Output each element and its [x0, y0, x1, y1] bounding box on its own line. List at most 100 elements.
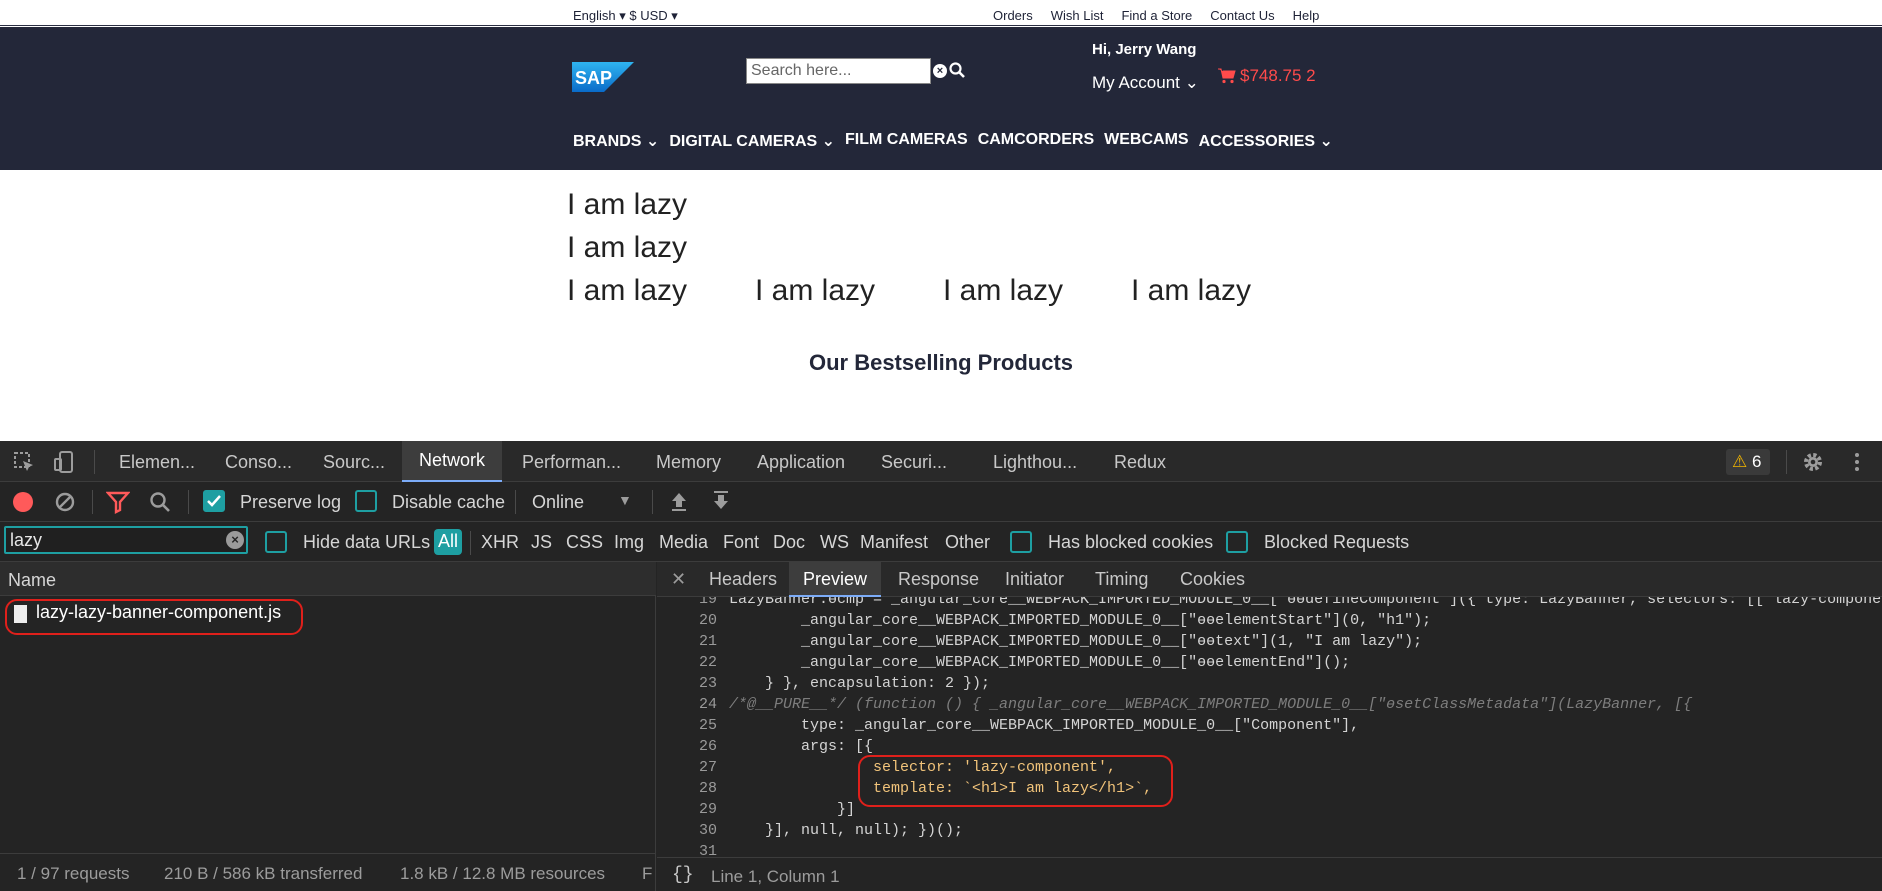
pretty-print-icon[interactable]: {}	[672, 865, 694, 885]
site-header: SAP Search here... × Hi, Jerry Wang My A…	[0, 27, 1882, 170]
settings-gear-icon[interactable]	[1801, 450, 1825, 474]
link-orders[interactable]: Orders	[993, 8, 1033, 23]
preserve-log-label[interactable]: Preserve log	[240, 492, 341, 513]
warnings-badge[interactable]: ⚠ 6	[1726, 449, 1770, 475]
has-blocked-cookies-label[interactable]: Has blocked cookies	[1048, 532, 1213, 553]
request-list-pane: Name lazy-lazy-banner-component.js 1 / 9…	[0, 562, 656, 891]
hide-data-urls-label[interactable]: Hide data URLs	[303, 532, 430, 553]
export-har-icon[interactable]	[709, 490, 733, 514]
nav-accessories[interactable]: ACCESSORIES ⌄	[1199, 131, 1333, 151]
tab-memory[interactable]: Memory	[656, 452, 721, 473]
inspect-element-icon[interactable]	[12, 450, 36, 474]
import-har-icon[interactable]	[667, 490, 691, 514]
blocked-requests-label[interactable]: Blocked Requests	[1264, 532, 1409, 553]
tab-performance[interactable]: Performan...	[522, 452, 621, 473]
warning-count[interactable]: 6	[1752, 452, 1761, 471]
tab-response[interactable]: Response	[898, 569, 979, 590]
close-icon[interactable]: ✕	[671, 569, 686, 590]
toolbar-divider	[515, 490, 516, 514]
tab-initiator[interactable]: Initiator	[1005, 569, 1064, 590]
name-column-header[interactable]: Name	[0, 562, 656, 596]
blocked-requests-checkbox[interactable]	[1226, 531, 1248, 553]
currency-label[interactable]: $ USD	[629, 8, 667, 23]
account-label[interactable]: My Account	[1092, 73, 1180, 92]
nav-camcorders[interactable]: CAMCORDERS	[978, 131, 1094, 151]
devtools-tab-bar: Elemen... Conso... Sourc... Network Perf…	[0, 441, 1882, 482]
mini-cart[interactable]: $748.75 2	[1218, 66, 1316, 86]
disable-cache-checkbox[interactable]	[355, 490, 377, 512]
tab-preview[interactable]: Preview	[789, 562, 882, 597]
status-resources: 1.8 kB / 12.8 MB resources	[400, 864, 606, 883]
tab-redux[interactable]: Redux	[1114, 452, 1166, 473]
type-filter-media[interactable]: Media	[659, 532, 708, 553]
filter-icon[interactable]	[106, 490, 130, 514]
toolbar-divider	[94, 450, 95, 474]
type-filter-font[interactable]: Font	[723, 532, 759, 553]
throttling-select[interactable]: Online	[532, 492, 584, 513]
type-filter-js[interactable]: JS	[531, 532, 552, 553]
nav-brands[interactable]: BRANDS ⌄	[573, 131, 659, 151]
top-links: Orders Wish List Find a Store Contact Us…	[993, 8, 1319, 23]
sap-logo[interactable]: SAP	[572, 62, 634, 92]
tab-sources[interactable]: Sourc...	[323, 452, 385, 473]
lazy-banner-6: I am lazy	[1131, 274, 1252, 307]
type-filter-all[interactable]: All	[434, 529, 463, 555]
tab-security[interactable]: Securi...	[881, 452, 947, 473]
more-options-icon[interactable]	[1845, 450, 1869, 474]
devtools-panel: Elemen... Conso... Sourc... Network Perf…	[0, 441, 1882, 891]
search-input[interactable]: Search here...	[746, 58, 931, 84]
clear-search-icon[interactable]: ×	[933, 64, 947, 78]
type-filter-ws[interactable]: WS	[820, 532, 849, 553]
main-navigation: BRANDS ⌄ DIGITAL CAMERAS ⌄ FILM CAMERAS …	[573, 131, 1333, 151]
clear-filter-icon[interactable]: ×	[226, 531, 244, 549]
tab-application[interactable]: Application	[757, 452, 845, 473]
tab-elements[interactable]: Elemen...	[119, 452, 195, 473]
nav-digital-cameras[interactable]: DIGITAL CAMERAS ⌄	[669, 131, 835, 151]
nav-brands-label[interactable]: BRANDS	[573, 133, 641, 150]
tab-timing[interactable]: Timing	[1095, 569, 1148, 590]
clear-icon[interactable]	[53, 490, 77, 514]
preserve-log-checkbox[interactable]	[203, 490, 225, 512]
code-line: 29 }]	[698, 801, 856, 818]
dropdown-arrow-icon[interactable]: ▼	[618, 492, 632, 508]
hide-data-urls-checkbox[interactable]	[265, 531, 287, 553]
link-wish-list[interactable]: Wish List	[1051, 8, 1104, 23]
tab-headers[interactable]: Headers	[709, 569, 777, 590]
code-preview[interactable]: 19 LazyBanner.ɵcmp = _angular_core__WEBPA…	[657, 597, 1882, 857]
status-requests: 1 / 97 requests	[17, 864, 130, 883]
type-filter-manifest[interactable]: Manifest	[860, 532, 928, 553]
tab-cookies[interactable]: Cookies	[1180, 569, 1245, 590]
language-label[interactable]: English	[573, 8, 616, 23]
nav-webcams[interactable]: WEBCAMS	[1104, 131, 1188, 151]
my-account-dropdown[interactable]: My Account ⌄	[1092, 73, 1199, 93]
nav-film-cameras[interactable]: FILM CAMERAS	[845, 131, 968, 151]
tab-console[interactable]: Conso...	[225, 452, 292, 473]
type-filter-css[interactable]: CSS	[566, 532, 603, 553]
device-toolbar-icon[interactable]	[52, 450, 76, 474]
lazy-banner-4: I am lazy	[755, 274, 876, 307]
link-find-store[interactable]: Find a Store	[1121, 8, 1192, 23]
type-filter-doc[interactable]: Doc	[773, 532, 805, 553]
search-icon[interactable]	[949, 62, 965, 78]
link-help[interactable]: Help	[1293, 8, 1320, 23]
network-status-bar: 1 / 97 requests 210 B / 586 kB transferr…	[0, 853, 656, 891]
tab-network[interactable]: Network	[402, 441, 503, 482]
type-filter-other[interactable]: Other	[945, 532, 990, 553]
nav-digital-cameras-label[interactable]: DIGITAL CAMERAS	[669, 133, 817, 150]
search-icon[interactable]	[148, 490, 172, 514]
link-contact-us[interactable]: Contact Us	[1210, 8, 1274, 23]
language-currency-selector[interactable]: English ▾ $ USD ▾	[573, 8, 678, 24]
top-utility-bar: English ▾ $ USD ▾ Orders Wish List Find …	[0, 0, 1882, 26]
toolbar-divider	[188, 490, 189, 514]
filter-input[interactable]: lazy	[4, 526, 248, 554]
type-filter-img[interactable]: Img	[614, 532, 644, 553]
has-blocked-cookies-checkbox[interactable]	[1010, 531, 1032, 553]
tab-lighthouse[interactable]: Lighthou...	[993, 452, 1077, 473]
disable-cache-label[interactable]: Disable cache	[392, 492, 505, 513]
type-filter-xhr[interactable]: XHR	[481, 532, 519, 553]
record-icon[interactable]	[11, 490, 35, 514]
lazy-banner-5: I am lazy	[943, 274, 1064, 307]
nav-accessories-label[interactable]: ACCESSORIES	[1199, 133, 1315, 150]
status-more: F	[642, 864, 653, 883]
cart-total[interactable]: $748.75 2	[1240, 66, 1316, 86]
